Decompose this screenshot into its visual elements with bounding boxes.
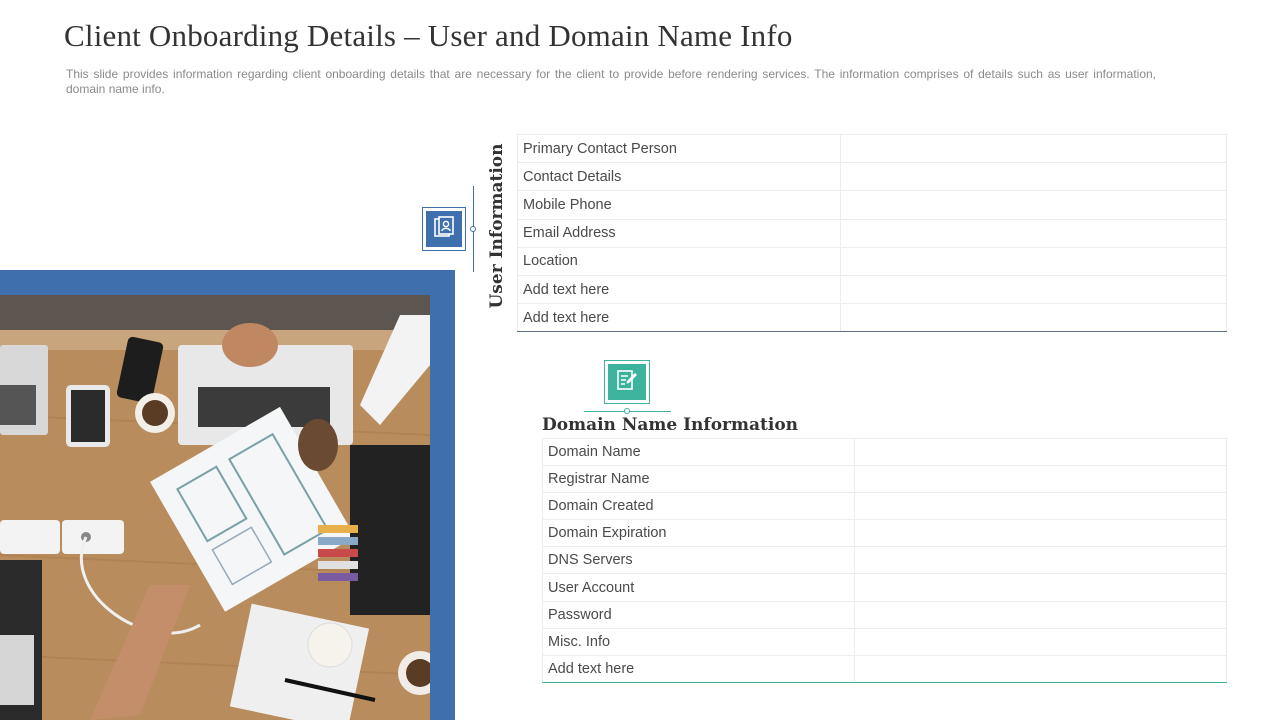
table-row: User Account	[542, 573, 1227, 602]
row-value	[854, 600, 1227, 629]
page-title: Client Onboarding Details – User and Dom…	[64, 18, 793, 53]
table-row: Add text here	[517, 303, 1227, 333]
domain-info-icon-box	[604, 360, 650, 404]
row-label: DNS Servers	[542, 546, 855, 575]
table-row: Domain Expiration	[542, 519, 1227, 548]
document-edit-icon	[615, 368, 639, 397]
row-value	[840, 162, 1227, 192]
user-info-icon-box	[422, 207, 466, 251]
row-value	[840, 274, 1227, 305]
row-label: Domain Name	[542, 437, 855, 467]
row-label: Contact Details	[517, 162, 841, 192]
row-value	[854, 465, 1227, 494]
row-label: Registrar Name	[542, 465, 855, 494]
domain-info-title: Domain Name Information	[542, 415, 799, 435]
team-meeting-photo	[0, 295, 430, 720]
row-label: Primary Contact Person	[517, 133, 841, 164]
domain-info-table: Domain Name Registrar Name Domain Created D…	[542, 437, 1227, 683]
table-row: Location	[517, 246, 1227, 276]
row-value	[854, 573, 1227, 602]
row-label: Domain Expiration	[542, 519, 855, 548]
user-info-connector-dot	[470, 226, 476, 232]
row-value	[854, 437, 1227, 467]
table-row: Primary Contact Person	[517, 133, 1227, 164]
row-value	[840, 218, 1227, 248]
row-label: Password	[542, 600, 855, 629]
table-row: Misc. Info	[542, 627, 1227, 656]
table-row: Contact Details	[517, 162, 1227, 192]
table-row: Mobile Phone	[517, 190, 1227, 220]
row-value	[854, 627, 1227, 656]
table-row: Password	[542, 600, 1227, 629]
row-value	[854, 519, 1227, 548]
row-label: Add text here	[517, 274, 841, 305]
user-card-icon	[432, 215, 456, 244]
row-value	[840, 190, 1227, 220]
table-row: Domain Created	[542, 492, 1227, 521]
row-value	[854, 654, 1227, 683]
row-label: Misc. Info	[542, 627, 855, 656]
row-label: Add text here	[517, 303, 841, 333]
row-label: Location	[517, 246, 841, 276]
user-info-table: Primary Contact Person Contact Details Mob…	[517, 133, 1227, 333]
domain-info-connector-dot	[624, 408, 630, 414]
row-label: Add text here	[542, 654, 855, 683]
row-label: Mobile Phone	[517, 190, 841, 220]
table-row: Add text here	[517, 274, 1227, 305]
row-value	[840, 246, 1227, 276]
table-row: Domain Name	[542, 437, 1227, 467]
row-value	[840, 303, 1227, 333]
page-subtitle: This slide provides information regardin…	[66, 67, 1156, 96]
table-row: Add text here	[542, 654, 1227, 683]
table-row: Email Address	[517, 218, 1227, 248]
row-label: Email Address	[517, 218, 841, 248]
row-value	[840, 133, 1227, 164]
table-row: Registrar Name	[542, 465, 1227, 494]
row-value	[854, 492, 1227, 521]
row-label: User Account	[542, 573, 855, 602]
user-info-title: User Information	[487, 143, 507, 309]
table-row: DNS Servers	[542, 546, 1227, 575]
row-value	[854, 546, 1227, 575]
row-label: Domain Created	[542, 492, 855, 521]
